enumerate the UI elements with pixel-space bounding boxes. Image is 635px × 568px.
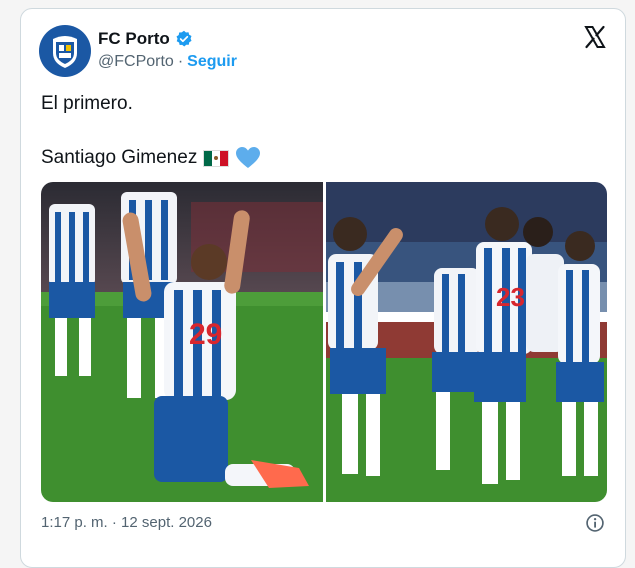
tweet-text-line-2: Santiago Gimenez — [41, 146, 261, 170]
photo-image: 29 — [41, 182, 323, 502]
handle-row: @FCPorto · Seguir — [98, 53, 237, 71]
player-name: Santiago Gimenez — [41, 147, 198, 168]
photo-image: 23 — [325, 182, 607, 502]
photo-celebration-kneeling[interactable]: 29 — [41, 182, 323, 502]
tweet-timestamp[interactable]: 1:17 p. m. · 12 sept. 2026 — [41, 514, 212, 531]
avatar[interactable] — [39, 25, 91, 77]
x-logo-icon[interactable] — [583, 25, 607, 49]
mexico-flag-emoji — [203, 149, 230, 167]
photo-team-celebration[interactable]: 23 — [325, 182, 607, 502]
tweet-text-line-1: El primero. — [41, 93, 133, 114]
account-handle[interactable]: @FCPorto — [98, 53, 174, 71]
blue-heart-emoji — [236, 147, 261, 168]
separator-dot: · — [177, 53, 184, 70]
svg-text:29: 29 — [189, 318, 222, 351]
account-name[interactable]: FC Porto — [98, 29, 170, 49]
tweet-card: FC Porto @FCPorto · Seguir El primero. S… — [20, 8, 626, 568]
svg-text:23: 23 — [496, 282, 525, 312]
fc-porto-crest-icon — [53, 36, 77, 68]
media-grid: 29 23 — [41, 182, 607, 502]
follow-button[interactable]: Seguir — [187, 53, 237, 71]
info-icon[interactable] — [585, 513, 605, 533]
verified-badge-icon — [176, 30, 192, 47]
account-name-row: FC Porto — [98, 29, 193, 49]
